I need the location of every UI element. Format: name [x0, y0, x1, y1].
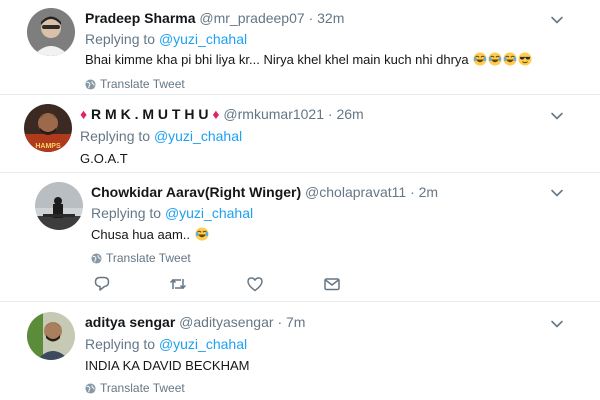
tweet-text-content: Bhai kimme kha pi bhi liya kr... Nirya k…	[85, 52, 469, 67]
display-name[interactable]: Chowkidar Aarav(Right Winger)	[91, 184, 301, 200]
replying-to-link[interactable]: @yuzi_chahal	[159, 336, 247, 352]
replying-to-link[interactable]: @yuzi_chahal	[159, 31, 247, 47]
diamond-icon: ♦	[212, 106, 220, 122]
avatar[interactable]	[35, 182, 83, 230]
joy-emoji	[473, 52, 487, 66]
translate-label: Translate Tweet	[100, 381, 185, 395]
tweet-text-content: Chusa hua aam..	[91, 227, 191, 242]
translate-label: Translate Tweet	[100, 77, 185, 91]
replying-label: Replying to	[80, 128, 154, 144]
tweet-3[interactable]: Chowkidar Aarav(Right Winger) @cholaprav…	[0, 173, 600, 301]
tweet-text: G.O.A.T	[80, 150, 128, 168]
replying-label: Replying to	[91, 205, 165, 221]
translate-tweet[interactable]: Translate Tweet	[85, 380, 185, 396]
joy-emoji	[503, 52, 517, 66]
replying-label: Replying to	[85, 336, 159, 352]
user-handle[interactable]: @rmkumar1021	[223, 106, 324, 122]
like-icon[interactable]	[246, 275, 264, 293]
translate-label: Translate Tweet	[106, 251, 191, 265]
timestamp[interactable]: 7m	[286, 314, 305, 330]
tweet-header: Chowkidar Aarav(Right Winger) @cholaprav…	[91, 183, 438, 201]
globe-icon	[85, 382, 96, 394]
globe-icon	[85, 78, 96, 90]
tweet-text: Chusa hua aam..	[91, 226, 209, 244]
tweet-text: Bhai kimme kha pi bhi liya kr... Nirya k…	[85, 51, 532, 69]
translate-tweet[interactable]: Translate Tweet	[85, 76, 185, 92]
replying-label: Replying to	[85, 31, 159, 47]
svg-text:HAMPS: HAMPS	[35, 143, 61, 150]
avatar[interactable]	[27, 312, 75, 360]
diamond-icon: ♦	[80, 106, 88, 122]
tweet-1[interactable]: Pradeep Sharma @mr_pradeep07 · 32m Reply…	[0, 0, 600, 94]
chevron-down-icon[interactable]	[550, 317, 564, 331]
timestamp[interactable]: 2m	[419, 184, 438, 200]
chevron-down-icon[interactable]	[550, 109, 564, 123]
tweet-text: INDIA KA DAVID BECKHAM	[85, 357, 249, 375]
avatar[interactable]: HAMPS	[24, 104, 72, 152]
user-handle[interactable]: @mr_pradeep07	[199, 10, 304, 26]
replying-to: Replying to @yuzi_chahal	[91, 204, 253, 222]
tweet-header: Pradeep Sharma @mr_pradeep07 · 32m	[85, 9, 344, 27]
tweet-header: ♦ R M K . M U T H U ♦ @rmkumar1021 · 26m	[80, 105, 364, 123]
replying-to: Replying to @yuzi_chahal	[85, 335, 247, 353]
separator-dot: ·	[308, 10, 314, 26]
replying-to-link[interactable]: @yuzi_chahal	[165, 205, 253, 221]
tweet-text-content: G.O.A.T	[80, 151, 128, 166]
timestamp[interactable]: 26m	[336, 106, 363, 122]
timestamp[interactable]: 32m	[317, 10, 344, 26]
tweet-header: aditya sengar @adityasengar · 7m	[85, 313, 305, 331]
replying-to: Replying to @yuzi_chahal	[80, 127, 242, 145]
user-handle[interactable]: @adityasengar	[179, 314, 273, 330]
translate-tweet[interactable]: Translate Tweet	[91, 250, 191, 266]
display-name[interactable]: R M K . M U T H U	[91, 106, 208, 122]
separator-dot: ·	[327, 106, 333, 122]
avatar[interactable]	[27, 8, 75, 56]
tweet-4[interactable]: aditya sengar @adityasengar · 7m Replyin…	[0, 302, 600, 400]
globe-icon	[91, 252, 102, 264]
joy-emoji	[488, 52, 502, 66]
joy-emoji	[195, 227, 209, 241]
tweet-2[interactable]: HAMPS ♦ R M K . M U T H U ♦ @rmkumar1021…	[0, 95, 600, 172]
reply-icon[interactable]	[93, 275, 111, 293]
separator-dot: ·	[277, 314, 283, 330]
replying-to-link[interactable]: @yuzi_chahal	[154, 128, 242, 144]
user-handle[interactable]: @cholapravat11	[305, 184, 406, 200]
message-icon[interactable]	[323, 275, 341, 293]
display-name[interactable]: aditya sengar	[85, 314, 175, 330]
retweet-icon[interactable]	[169, 275, 187, 293]
replying-to: Replying to @yuzi_chahal	[85, 30, 247, 48]
sunglasses-emoji	[518, 52, 532, 66]
chevron-down-icon[interactable]	[550, 13, 564, 27]
display-name[interactable]: Pradeep Sharma	[85, 10, 196, 26]
tweet-text-content: INDIA KA DAVID BECKHAM	[85, 358, 250, 373]
chevron-down-icon[interactable]	[550, 186, 564, 200]
separator-dot: ·	[410, 184, 415, 200]
